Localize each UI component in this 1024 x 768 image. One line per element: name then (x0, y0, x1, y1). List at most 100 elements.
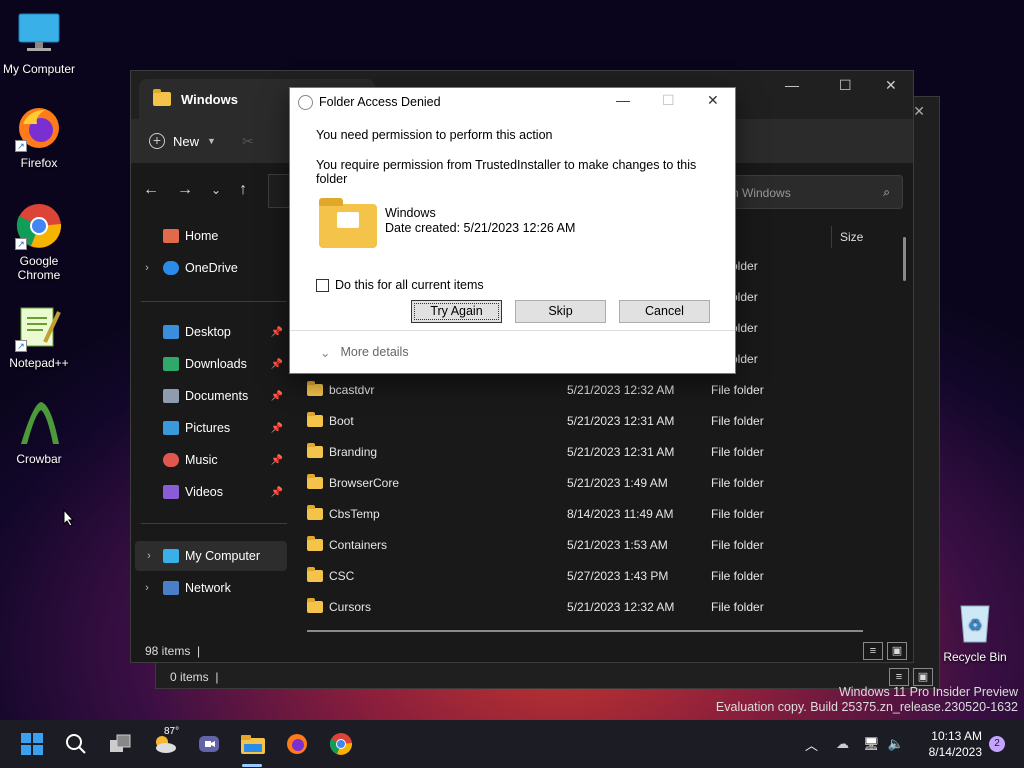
dialog-detail: You require permission from TrustedInsta… (316, 158, 697, 186)
skip-button[interactable]: Skip (515, 300, 606, 323)
vertical-scrollbar[interactable] (903, 237, 906, 281)
plus-icon: + (149, 133, 165, 149)
task-view-icon[interactable] (108, 732, 132, 756)
view-toggle-group: ≡ ▣ (889, 668, 933, 686)
notification-badge[interactable]: 2 (989, 736, 1005, 752)
show-hidden-icons-icon[interactable]: ︿ (805, 735, 818, 754)
clock[interactable]: 10:13 AM 8/14/2023 (929, 728, 982, 760)
monitor-icon (15, 10, 63, 58)
document-icon (163, 389, 179, 403)
table-row[interactable]: CSC 5/27/2023 1:43 PM File folder (307, 560, 807, 591)
checkbox[interactable] (316, 278, 329, 292)
apply-all-checkbox[interactable]: Do this for all current items (316, 278, 709, 292)
folder-icon (307, 380, 323, 396)
desktop-icon-label: Recycle Bin (943, 650, 1007, 664)
close-icon[interactable]: ✕ (707, 92, 719, 109)
close-icon[interactable]: ✕ (885, 77, 897, 94)
sidebar-item-onedrive[interactable]: › OneDrive (131, 253, 287, 283)
desktop-icon-firefox[interactable]: ↗ Firefox (0, 104, 78, 170)
search-input[interactable]: h Windows ⌕ (731, 175, 903, 209)
pin-icon: 📌 (270, 486, 283, 498)
sidebar-item-pictures[interactable]: Pictures 📌 (131, 413, 287, 443)
folder-icon (307, 411, 323, 427)
music-icon (163, 453, 179, 467)
sidebar-item-network[interactable]: › Network (131, 573, 287, 603)
up-arrow-icon[interactable]: ↑ (239, 181, 247, 199)
new-button[interactable]: + New ▼ (149, 133, 216, 149)
crowbar-icon (15, 400, 63, 448)
sidebar-item-my-computer[interactable]: › My Computer (135, 541, 287, 571)
search-icon[interactable] (64, 732, 88, 756)
divider (141, 301, 287, 302)
sidebar-item-music[interactable]: Music 📌 (131, 445, 287, 475)
details-view-icon[interactable]: ≡ (889, 668, 909, 686)
folder-icon (307, 597, 323, 613)
folder-icon (307, 473, 323, 489)
navigation-pane: Home › OneDrive Desktop 📌 Downloads 📌 Do… (131, 217, 287, 642)
cut-icon[interactable]: ✂ (242, 133, 254, 150)
pin-icon: 📌 (270, 422, 283, 434)
horizontal-scrollbar[interactable] (307, 630, 863, 632)
details-view-icon[interactable]: ≡ (863, 642, 883, 660)
recent-locations-icon[interactable]: ⌄ (211, 183, 221, 197)
tiles-view-icon[interactable]: ▣ (913, 668, 933, 686)
table-row[interactable]: Containers 5/21/2023 1:53 AM File folder (307, 529, 807, 560)
table-row[interactable]: Branding 5/21/2023 12:31 AM File folder (307, 436, 807, 467)
chrome-icon[interactable] (329, 732, 353, 756)
folder-icon (319, 198, 377, 248)
file-explorer-icon[interactable] (240, 732, 265, 756)
table-row[interactable]: Boot 5/21/2023 12:31 AM File folder (307, 405, 807, 436)
cloud-icon (163, 261, 179, 275)
active-app-indicator (242, 764, 262, 767)
onedrive-icon[interactable]: ☁ (836, 736, 849, 752)
recycle-bin-icon: ♻ (951, 598, 999, 646)
cancel-button[interactable]: Cancel (619, 300, 710, 323)
desktop-icon-my-computer[interactable]: My Computer (0, 10, 78, 76)
sidebar-item-videos[interactable]: Videos 📌 (131, 477, 287, 507)
desktop-icon-recycle-bin[interactable]: ♻ Recycle Bin (936, 598, 1014, 664)
minimize-icon[interactable]: — (616, 92, 630, 108)
table-row[interactable]: BrowserCore 5/21/2023 1:49 AM File folde… (307, 467, 807, 498)
taskbar: 87° ︿ ☁ 🖥 🔈 10:13 AM 8/14/2023 2 (0, 720, 1024, 768)
sidebar-item-documents[interactable]: Documents 📌 (131, 381, 287, 411)
pictures-icon (163, 421, 179, 435)
chevron-right-icon[interactable]: › (131, 582, 163, 594)
close-icon[interactable]: ✕ (913, 103, 925, 120)
folder-icon (307, 566, 323, 582)
weather-widget-icon[interactable]: 87° (152, 726, 179, 756)
forward-arrow-icon[interactable]: → (177, 181, 193, 199)
clock-icon (298, 94, 313, 110)
search-icon: ⌕ (883, 185, 890, 199)
desktop-icon-crowbar[interactable]: Crowbar (0, 400, 78, 466)
column-header-size[interactable]: Size (831, 226, 863, 248)
try-again-button[interactable]: Try Again (411, 300, 502, 323)
network-icon[interactable]: 🖥 (863, 736, 880, 752)
back-arrow-icon[interactable]: ← (143, 181, 159, 199)
mouse-cursor-icon (63, 508, 75, 530)
video-icon (163, 485, 179, 499)
sidebar-item-desktop[interactable]: Desktop 📌 (131, 317, 287, 347)
tray-area: ︿ ☁ 🖥 🔈 (805, 720, 904, 768)
desktop-icon-notepadpp[interactable]: ↗ Notepad++ (0, 304, 78, 370)
more-details-toggle[interactable]: ⌄ More details (290, 330, 735, 373)
tiles-view-icon[interactable]: ▣ (887, 642, 907, 660)
sidebar-item-home[interactable]: Home (131, 221, 287, 251)
chevron-right-icon[interactable]: › (131, 262, 163, 274)
volume-icon[interactable]: 🔈 (888, 736, 904, 752)
maximize-icon[interactable]: ☐ (839, 77, 852, 94)
table-row[interactable]: CbsTemp 8/14/2023 11:49 AM File folder (307, 498, 807, 529)
desktop-icon-chrome[interactable]: ↗ Google Chrome (0, 202, 78, 282)
table-row[interactable]: bcastdvr 5/21/2023 12:32 AM File folder (307, 374, 807, 405)
evaluation-watermark: Windows 11 Pro Insider Preview Evaluatio… (715, 685, 1018, 714)
chrome-icon: ↗ (15, 202, 63, 250)
chevron-right-icon[interactable]: › (135, 550, 163, 562)
pin-icon: 📌 (270, 358, 283, 370)
table-row[interactable]: Cursors 5/21/2023 12:32 AM File folder (307, 591, 807, 622)
status-bar-text: 0 items | (170, 670, 219, 684)
meet-icon[interactable] (197, 732, 221, 756)
start-icon[interactable] (20, 732, 44, 756)
folder-access-denied-dialog[interactable]: Folder Access Denied — ☐ ✕ You need perm… (289, 87, 736, 374)
minimize-icon[interactable]: — (785, 77, 799, 93)
sidebar-item-downloads[interactable]: Downloads 📌 (131, 349, 287, 379)
firefox-icon[interactable] (285, 732, 309, 756)
